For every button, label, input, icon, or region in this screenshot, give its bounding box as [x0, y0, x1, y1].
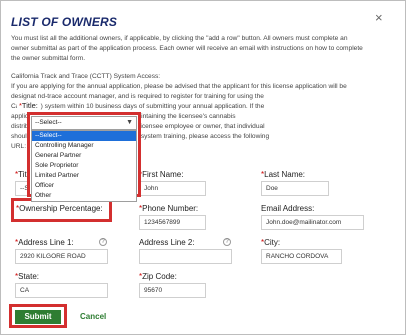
cctt-line: designat nd-trace account manager, and i… — [11, 93, 264, 100]
intro-line: owner submittal as part of the applicati… — [11, 45, 363, 52]
state-input[interactable]: CA — [15, 283, 108, 298]
dropdown-option[interactable]: --Select-- — [32, 131, 136, 141]
dropdown-option[interactable]: General Partner — [32, 151, 136, 161]
cctt-line: California ) system within 10 business d… — [11, 103, 265, 110]
state-label: *State: — [15, 272, 40, 281]
intro-text: You must list all the additional owners,… — [11, 34, 363, 64]
owners-modal: LIST OF OWNERS × You must list all the a… — [0, 0, 406, 335]
dropdown-selected-value: --Select-- — [35, 119, 62, 126]
city-input[interactable]: RANCHO CORDOVA — [261, 249, 342, 264]
chevron-down-icon: ▼ — [126, 119, 133, 126]
zip-input[interactable]: 95670 — [139, 283, 206, 298]
ownership-percentage-label: *Ownership Percentage: — [16, 204, 103, 213]
dropdown-option[interactable]: Officer — [32, 181, 136, 191]
first-name-input[interactable]: John — [139, 181, 206, 196]
dropdown-option[interactable]: Controlling Manager — [32, 141, 136, 151]
cctt-line: California Track and Trace (CCTT) System… — [11, 73, 161, 80]
title-dropdown-select[interactable]: --Select-- ▼ — [31, 116, 137, 130]
intro-line: You must list all the additional owners,… — [11, 35, 348, 42]
address1-label: *Address Line 1: — [15, 238, 74, 247]
email-label: Email Address: — [261, 204, 315, 213]
dropdown-option[interactable]: Sole Proprietor — [32, 161, 136, 171]
dropdown-title-label: *Title: — [17, 101, 40, 110]
dropdown-option[interactable]: Other — [32, 191, 136, 201]
submit-highlight: Submit — [9, 304, 67, 328]
dropdown-option[interactable]: Limited Partner — [32, 171, 136, 181]
close-icon[interactable]: × — [375, 10, 383, 25]
submit-button[interactable]: Submit — [15, 310, 61, 324]
last-name-label: *Last Name: — [261, 170, 306, 179]
address1-input[interactable]: 2920 KILGORE ROAD — [15, 249, 108, 264]
last-name-input[interactable]: Doe — [261, 181, 329, 196]
address2-input[interactable] — [139, 249, 232, 264]
intro-line: the owner submittal form. — [11, 55, 86, 62]
phone-input[interactable]: 1234567899 — [139, 215, 206, 230]
zip-label: *Zip Code: — [139, 272, 177, 281]
modal-title: LIST OF OWNERS — [11, 15, 118, 29]
info-icon[interactable]: ? — [99, 238, 107, 246]
email-input[interactable]: John.doe@mailinator.com — [261, 215, 364, 230]
first-name-label: *First Name: — [139, 170, 184, 179]
cctt-line: If you are applying for the annual appli… — [11, 83, 347, 90]
address2-label: Address Line 2: — [139, 238, 195, 247]
info-icon[interactable]: ? — [223, 238, 231, 246]
phone-label: *Phone Number: — [139, 204, 199, 213]
cancel-link[interactable]: Cancel — [80, 312, 106, 321]
city-label: *City: — [261, 238, 281, 247]
title-dropdown-list: --Select-- Controlling Manager General P… — [31, 130, 137, 202]
